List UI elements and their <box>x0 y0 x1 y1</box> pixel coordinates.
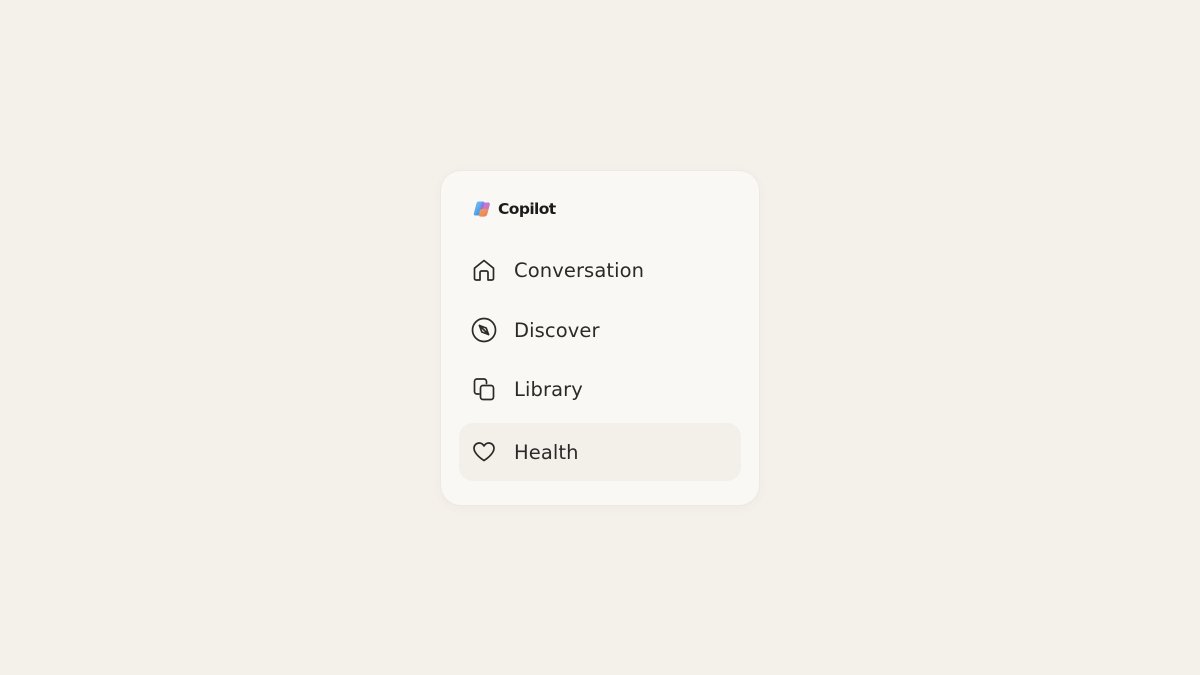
nav-item-library[interactable]: Library <box>459 360 741 418</box>
page: Copilot Conversation Discover Library He… <box>0 0 1200 675</box>
compass-icon <box>471 317 497 343</box>
nav-item-health[interactable]: Health <box>459 423 741 481</box>
library-icon <box>471 376 497 402</box>
nav-item-label: Conversation <box>514 258 645 282</box>
nav-item-label: Library <box>514 377 583 401</box>
brand-name: Copilot <box>498 200 556 218</box>
nav-item-discover[interactable]: Discover <box>459 301 741 359</box>
copilot-logo-icon <box>473 201 490 217</box>
brand[interactable]: Copilot <box>473 198 556 220</box>
home-icon <box>471 257 497 283</box>
heart-icon <box>471 439 497 465</box>
navigation-card: Copilot Conversation Discover Library He… <box>441 171 759 505</box>
nav-item-label: Discover <box>514 318 600 342</box>
nav-item-label: Health <box>514 440 579 464</box>
nav-item-conversation[interactable]: Conversation <box>459 241 741 299</box>
